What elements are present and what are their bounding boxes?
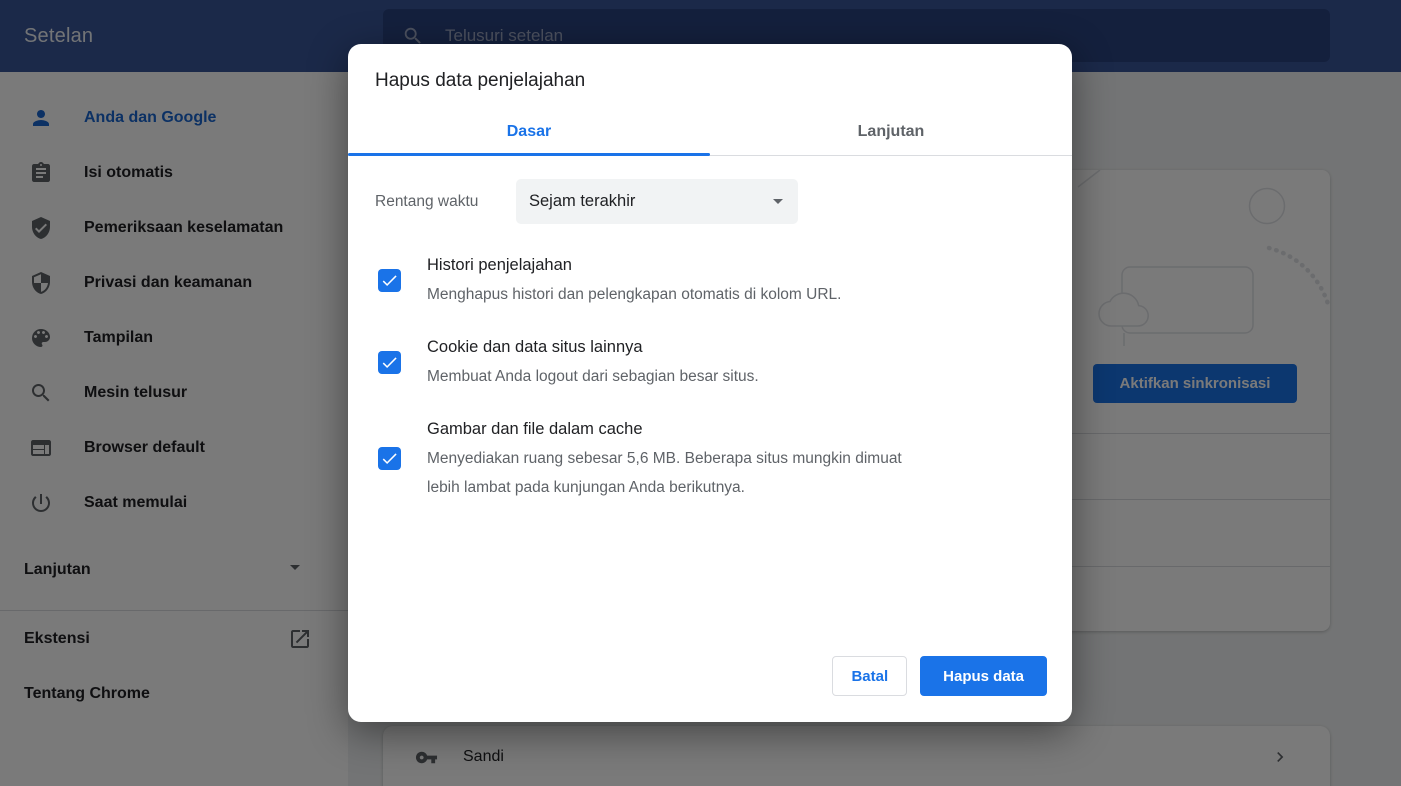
- dialog-footer: Batal Hapus data: [832, 656, 1047, 696]
- clear-browsing-data-dialog: Hapus data penjelajahan Dasar Lanjutan R…: [348, 44, 1072, 722]
- checkbox-title: Cookie dan data situs lainnya: [427, 333, 932, 362]
- dialog-body: Rentang waktu Sejam terakhir Histori pen…: [348, 156, 1072, 502]
- checkbox-title: Histori penjelajahan: [427, 251, 932, 280]
- checkmark-icon: [380, 449, 399, 468]
- checkbox-row-cookies: Cookie dan data situs lainnya Membuat An…: [375, 333, 1045, 391]
- tab-label: Dasar: [507, 123, 551, 141]
- checkmark-icon: [380, 353, 399, 372]
- cookies-checkbox[interactable]: [378, 351, 401, 374]
- checkbox-row-history: Histori penjelajahan Menghapus histori d…: [375, 251, 1045, 309]
- checkbox-description: Membuat Anda logout dari sebagian besar …: [427, 362, 932, 391]
- time-range-label: Rentang waktu: [375, 193, 516, 211]
- cached-files-checkbox[interactable]: [378, 447, 401, 470]
- time-range-value: Sejam terakhir: [529, 192, 635, 211]
- tab-label: Lanjutan: [858, 123, 925, 141]
- clear-data-button[interactable]: Hapus data: [920, 656, 1047, 696]
- time-range-select[interactable]: Sejam terakhir: [516, 179, 798, 224]
- tab-lanjutan[interactable]: Lanjutan: [710, 108, 1072, 155]
- settings-page: Setelan Anda dan Google Isi otomatis Pem…: [0, 0, 1401, 786]
- time-range-row: Rentang waktu Sejam terakhir: [375, 179, 1045, 224]
- tab-dasar[interactable]: Dasar: [348, 108, 710, 155]
- checkbox-row-cache: Gambar dan file dalam cache Menyediakan …: [375, 415, 1045, 502]
- dialog-tabs: Dasar Lanjutan: [348, 108, 1072, 156]
- dialog-title: Hapus data penjelajahan: [348, 44, 1072, 92]
- checkbox-description: Menyediakan ruang sebesar 5,6 MB. Bebera…: [427, 444, 932, 502]
- cancel-button[interactable]: Batal: [832, 656, 907, 696]
- checkmark-icon: [380, 271, 399, 290]
- checkbox-description: Menghapus histori dan pelengkapan otomat…: [427, 280, 932, 309]
- browsing-history-checkbox[interactable]: [378, 269, 401, 292]
- dropdown-caret-icon: [766, 189, 790, 218]
- checkbox-title: Gambar dan file dalam cache: [427, 415, 932, 444]
